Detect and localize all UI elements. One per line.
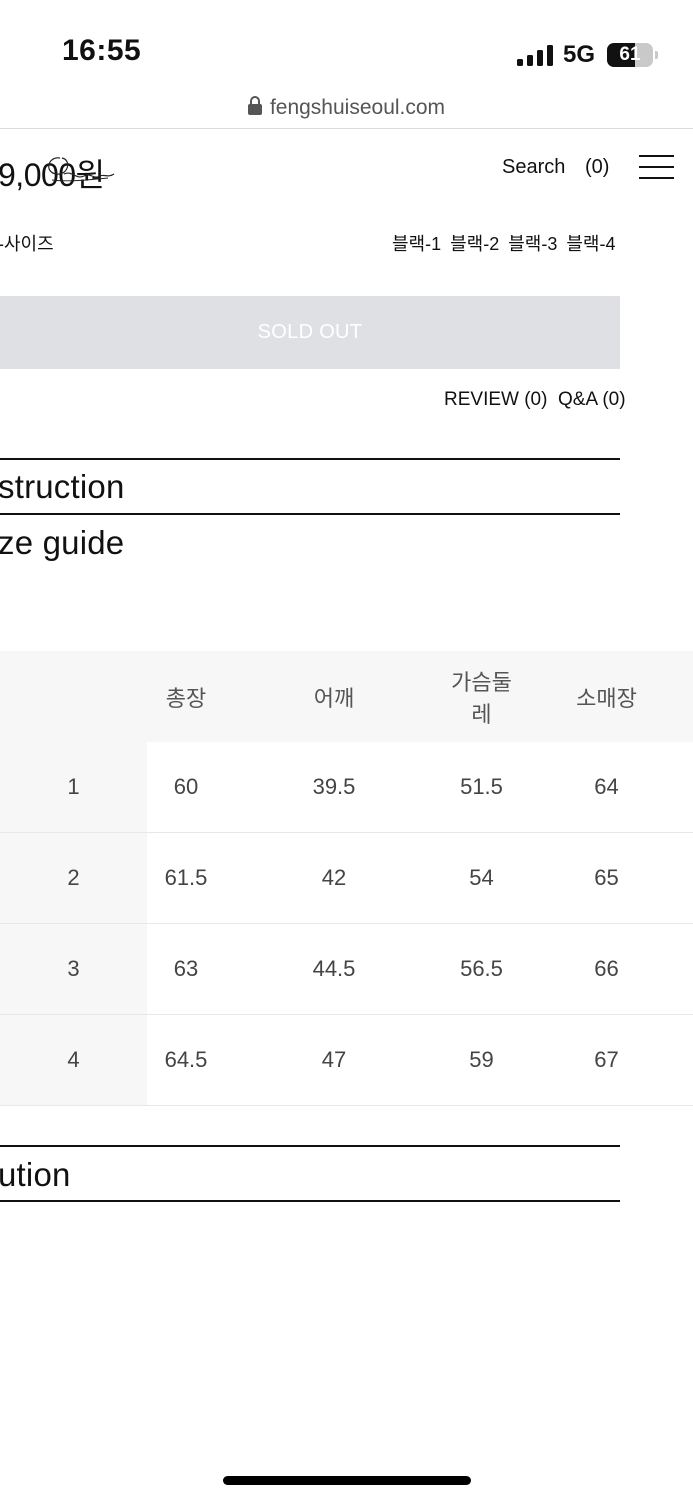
table-cell: 42 bbox=[225, 832, 443, 924]
cart-count[interactable]: (0) bbox=[585, 156, 609, 179]
table-cell: 59 bbox=[443, 1014, 520, 1106]
color-option-2[interactable]: 블랙-2 bbox=[450, 234, 499, 254]
table-cell: 56.5 bbox=[443, 923, 520, 1015]
battery-level: 61 bbox=[619, 44, 641, 65]
address-bar[interactable]: fengshuiseoul.com bbox=[0, 96, 693, 120]
size-option-label: -사이즈 bbox=[0, 234, 54, 254]
url-text: fengshuiseoul.com bbox=[269, 96, 446, 119]
section-divider bbox=[0, 1145, 620, 1147]
size-cell: 3 bbox=[0, 923, 147, 1015]
table-cell: 61.5 bbox=[147, 832, 225, 924]
color-options: 블랙-1 블랙-2 블랙-3 블랙-4 bbox=[392, 230, 616, 256]
status-time: 16:55 bbox=[62, 34, 142, 67]
size-cell: 4 bbox=[0, 1014, 147, 1106]
cellular-signal-icon bbox=[517, 44, 554, 66]
table-cell: 47 bbox=[225, 1014, 443, 1106]
battery-icon: 61 bbox=[607, 43, 653, 67]
table-cell: 65 bbox=[520, 832, 693, 924]
table-cell: 67 bbox=[520, 1014, 693, 1106]
table-row: 3 63 44.5 56.5 66 bbox=[0, 923, 693, 1015]
caution-section-toggle[interactable]: ution bbox=[0, 1156, 71, 1194]
table-row: 4 64.5 47 59 67 bbox=[0, 1014, 693, 1106]
network-type: 5G bbox=[563, 41, 596, 68]
section-divider bbox=[0, 513, 620, 515]
qna-link[interactable]: Q&A (0) bbox=[558, 389, 626, 411]
instruction-section-toggle[interactable]: struction bbox=[0, 468, 125, 506]
table-cell: 63 bbox=[147, 923, 225, 1015]
battery-cap bbox=[655, 51, 658, 59]
table-cell: 64 bbox=[520, 742, 693, 833]
hamburger-menu-icon[interactable] bbox=[639, 155, 674, 179]
color-option-1[interactable]: 블랙-1 bbox=[392, 234, 441, 254]
table-cell: 39.5 bbox=[225, 742, 443, 833]
table-cell: 54 bbox=[443, 832, 520, 924]
table-row: 2 61.5 42 54 65 bbox=[0, 832, 693, 924]
table-row: 1 60 39.5 51.5 64 bbox=[0, 742, 693, 833]
lock-icon bbox=[247, 96, 262, 115]
table-header-cell bbox=[0, 651, 147, 742]
search-link[interactable]: Search bbox=[502, 156, 565, 179]
table-cell: 60 bbox=[147, 742, 225, 833]
table-header-cell: 가슴둘레 bbox=[443, 651, 520, 742]
section-divider bbox=[0, 1200, 620, 1202]
size-cell: 2 bbox=[0, 832, 147, 924]
size-cell: 1 bbox=[0, 742, 147, 833]
size-guide-section-toggle[interactable]: ze guide bbox=[0, 524, 124, 562]
color-option-4[interactable]: 블랙-4 bbox=[566, 234, 615, 254]
toolbar-divider bbox=[0, 128, 693, 129]
table-header-row: 총장 어깨 가슴둘레 소매장 bbox=[0, 651, 693, 742]
sold-out-button[interactable]: SOLD OUT bbox=[0, 296, 620, 369]
table-cell: 64.5 bbox=[147, 1014, 225, 1106]
review-link[interactable]: REVIEW (0) bbox=[444, 389, 547, 411]
brand-logo[interactable] bbox=[38, 150, 118, 192]
color-option-3[interactable]: 블랙-3 bbox=[508, 234, 557, 254]
table-cell: 51.5 bbox=[443, 742, 520, 833]
table-header-cell: 소매장 bbox=[520, 651, 693, 742]
section-divider bbox=[0, 458, 620, 460]
table-header-cell: 어깨 bbox=[225, 651, 443, 742]
table-cell: 66 bbox=[520, 923, 693, 1015]
table-cell: 44.5 bbox=[225, 923, 443, 1015]
table-header-cell: 총장 bbox=[147, 651, 225, 742]
size-guide-table: 총장 어깨 가슴둘레 소매장 1 60 39.5 51.5 64 2 61.5 … bbox=[0, 651, 693, 1106]
home-indicator[interactable] bbox=[223, 1476, 471, 1485]
